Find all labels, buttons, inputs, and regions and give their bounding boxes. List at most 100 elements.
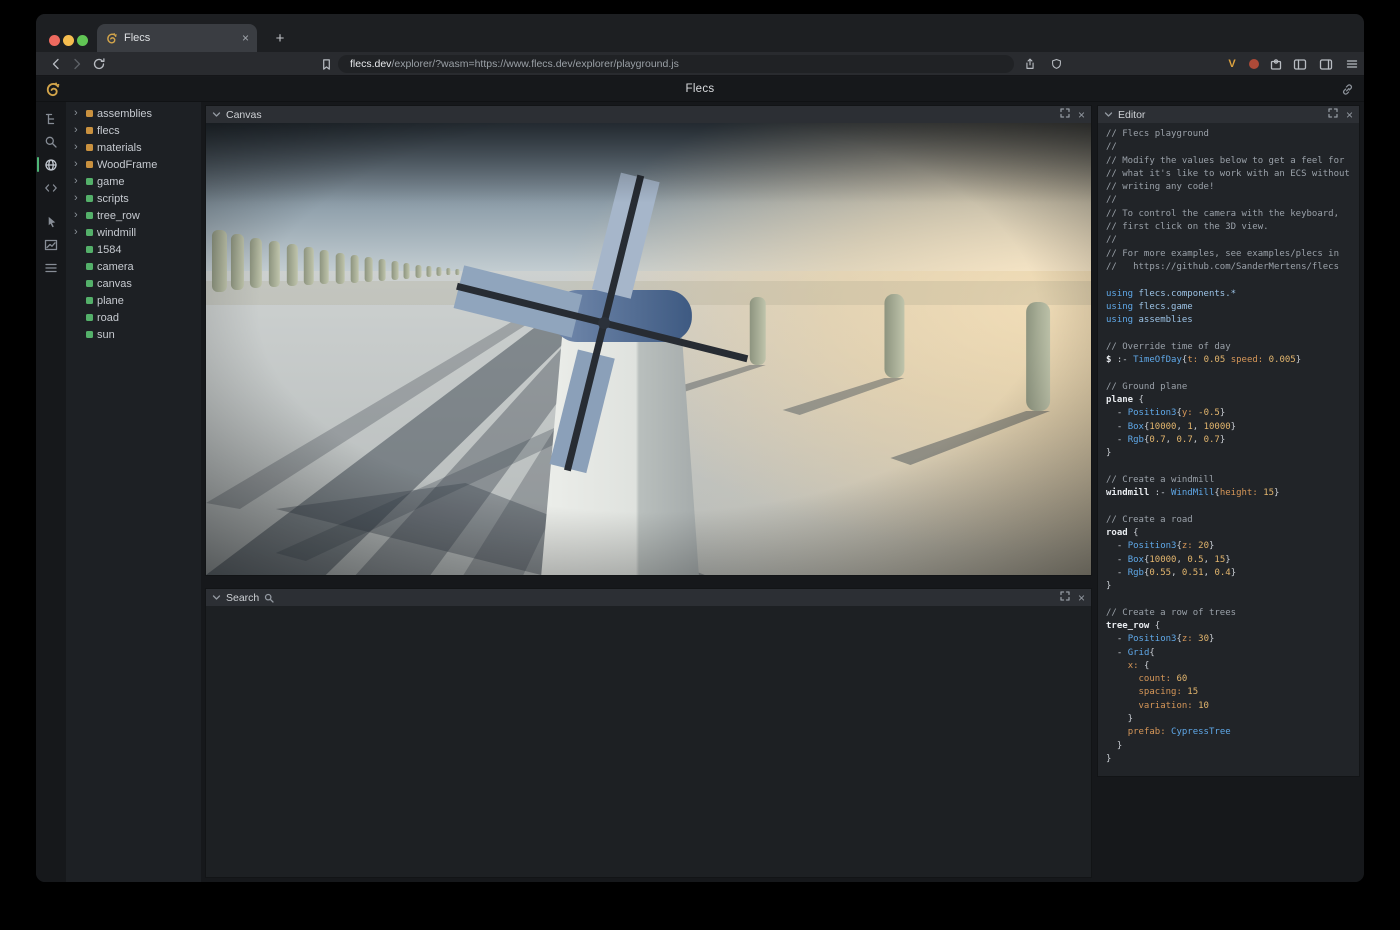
stats-chart-icon[interactable] (36, 233, 66, 256)
tree-item-label: plane (97, 295, 124, 307)
code-line: using flecs.components.* (1106, 288, 1353, 301)
code-line (1106, 460, 1353, 473)
tree-item-tree_row[interactable]: › tree_row (66, 207, 201, 224)
page-title: Flecs (686, 83, 715, 95)
entity-color-swatch (86, 178, 93, 185)
tree-item-label: materials (97, 142, 142, 154)
tree-item-road[interactable]: road (66, 309, 201, 326)
tree-item-scripts[interactable]: › scripts (66, 190, 201, 207)
extension-v-icon[interactable]: V (1222, 52, 1242, 76)
code-line: } (1106, 580, 1353, 593)
search-panel: Search × (205, 588, 1092, 878)
expand-arrow-icon[interactable]: › (74, 227, 82, 238)
window-controls (49, 35, 88, 46)
tree-item-label: camera (97, 261, 134, 273)
panel-toggle-icon[interactable] (1316, 52, 1336, 76)
world-icon[interactable] (36, 153, 66, 176)
extension-dot-icon[interactable] (1244, 52, 1264, 76)
close-window-button[interactable] (49, 35, 60, 46)
reload-button[interactable] (89, 52, 109, 76)
tree-item-label: scripts (97, 193, 129, 205)
expand-arrow-icon[interactable]: › (74, 142, 82, 153)
canvas-panel-title: Canvas (226, 109, 262, 121)
collapse-chevron-icon[interactable] (212, 593, 221, 602)
close-panel-icon[interactable]: × (1078, 592, 1085, 604)
forward-button[interactable] (67, 52, 87, 76)
code-line: - Position3{y: -0.5} (1106, 407, 1353, 420)
expand-panel-icon[interactable] (1060, 108, 1070, 121)
close-panel-icon[interactable]: × (1346, 109, 1353, 121)
back-button[interactable] (46, 52, 66, 76)
code-line: // Override time of day (1106, 341, 1353, 354)
log-rows-icon[interactable] (36, 256, 66, 279)
tree-item-canvas[interactable]: canvas (66, 275, 201, 292)
tree-item-plane[interactable]: plane (66, 292, 201, 309)
code-line: - Box{10000, 1, 10000} (1106, 421, 1353, 434)
editor-panel-title: Editor (1118, 109, 1145, 121)
code-line: road { (1106, 527, 1353, 540)
expand-arrow-icon[interactable]: › (74, 159, 82, 170)
expand-panel-icon[interactable] (1328, 108, 1338, 121)
tree-item-label: assemblies (97, 108, 152, 120)
close-panel-icon[interactable]: × (1078, 109, 1085, 121)
browser-tab[interactable]: Flecs × (97, 24, 257, 52)
code-line: spacing: 15 (1106, 686, 1353, 699)
canvas-panel-header: Canvas × (206, 106, 1091, 123)
sidebar-toggle-icon[interactable] (1290, 52, 1310, 76)
bookmark-icon[interactable] (316, 52, 336, 76)
address-bar[interactable]: flecs.dev/explorer/?wasm=https://www.fle… (338, 55, 1014, 73)
canvas-panel: Canvas × (205, 105, 1092, 576)
code-line: // writing any code! (1106, 181, 1353, 194)
entity-color-swatch (86, 246, 93, 253)
tree-item-label: tree_row (97, 210, 140, 222)
expand-panel-icon[interactable] (1060, 591, 1070, 604)
extensions-puzzle-icon[interactable] (1266, 52, 1286, 76)
tree-item-game[interactable]: ›game (66, 173, 201, 190)
code-line: // Create a road (1106, 514, 1353, 527)
expand-arrow-icon[interactable]: › (74, 193, 82, 204)
expand-arrow-icon[interactable]: › (74, 125, 82, 136)
code-line: } (1106, 713, 1353, 726)
tab-close-icon[interactable]: × (242, 32, 249, 44)
flecs-favicon-icon (105, 32, 118, 45)
code-line: using assemblies (1106, 314, 1353, 327)
code-line: - Box{10000, 0.5, 15} (1106, 554, 1353, 567)
tree-item-1584[interactable]: 1584 (66, 241, 201, 258)
editor-panel-header: Editor × (1098, 106, 1359, 123)
entities-tree-icon[interactable] (36, 107, 66, 130)
tree-item-materials[interactable]: › materials (66, 139, 201, 156)
collapse-chevron-icon[interactable] (212, 110, 221, 119)
code-line: prefab: CypressTree (1106, 726, 1353, 739)
code-line: // (1106, 194, 1353, 207)
expand-arrow-icon[interactable]: › (74, 210, 82, 221)
code-line: - Rgb{0.55, 0.51, 0.4} (1106, 567, 1353, 580)
code-icon[interactable] (36, 176, 66, 199)
inspector-cursor-icon[interactable] (36, 210, 66, 233)
tree-item-flecs[interactable]: ›flecs (66, 122, 201, 139)
tree-item-WoodFrame[interactable]: ›WoodFrame (66, 156, 201, 173)
expand-arrow-icon[interactable]: › (74, 108, 82, 119)
canvas-3d-view[interactable] (206, 123, 1091, 575)
tree-item-windmill[interactable]: ›windmill (66, 224, 201, 241)
tree-item-assemblies[interactable]: › assemblies (66, 105, 201, 122)
collapse-chevron-icon[interactable] (1104, 110, 1113, 119)
entity-tree-panel: ›assemblies›flecs›materials›WoodFrame›ga… (66, 102, 201, 882)
search-icon[interactable] (36, 130, 66, 153)
share-link-icon[interactable] (1341, 83, 1354, 101)
url-path: /explorer/?wasm=https://www.flecs.dev/ex… (391, 58, 678, 70)
minimize-window-button[interactable] (63, 35, 74, 46)
code-line: // For more examples, see examples/plecs… (1106, 248, 1353, 261)
code-line: plane { (1106, 394, 1353, 407)
expand-arrow-icon[interactable]: › (74, 176, 82, 187)
share-icon[interactable] (1020, 52, 1040, 76)
code-line (1106, 327, 1353, 340)
zoom-window-button[interactable] (77, 35, 88, 46)
tree-item-sun[interactable]: sun (66, 326, 201, 343)
shield-icon[interactable] (1046, 52, 1066, 76)
new-tab-button[interactable]: + (269, 27, 291, 49)
tree-item-camera[interactable]: camera (66, 258, 201, 275)
code-editor[interactable]: // Flecs playground//// Modify the value… (1098, 123, 1359, 776)
panel-rail (36, 102, 66, 882)
browser-menu-icon[interactable] (1342, 52, 1362, 76)
tab-strip: Flecs × + (36, 14, 1364, 52)
